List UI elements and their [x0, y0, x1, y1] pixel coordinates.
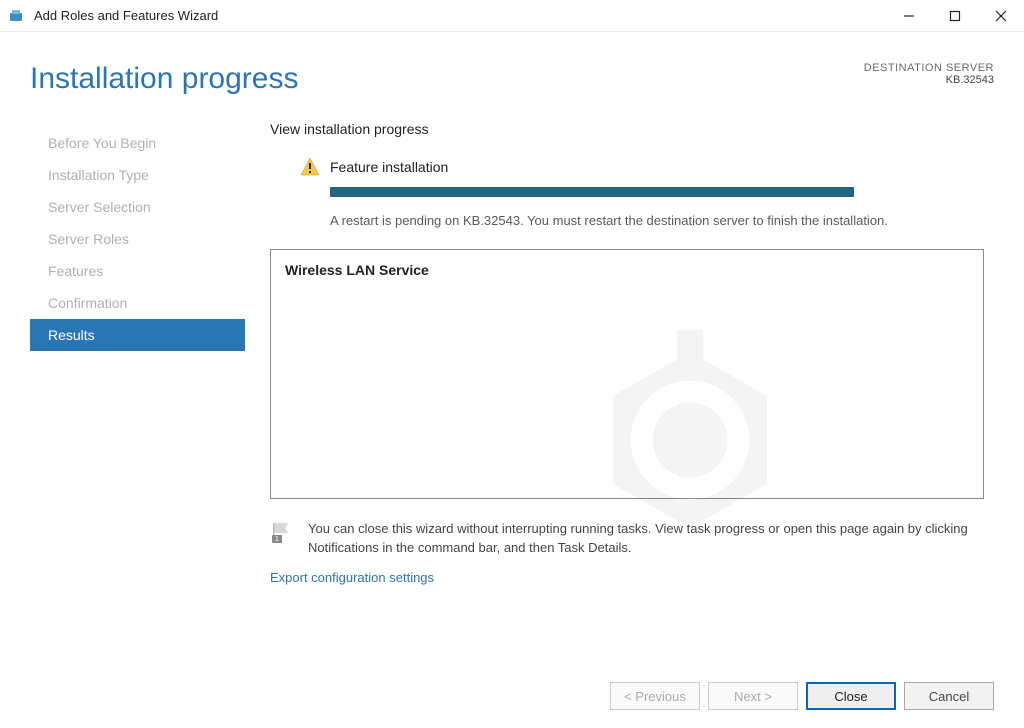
wizard-sidebar: Before You Begin Installation Type Serve… — [30, 121, 245, 668]
header: Installation progress DESTINATION SERVER… — [30, 32, 994, 121]
flag-icon: 1 — [270, 521, 294, 545]
sidebar-item-server-selection: Server Selection — [30, 191, 245, 223]
sidebar-item-results: Results — [30, 319, 245, 351]
sidebar-item-features: Features — [30, 255, 245, 287]
sidebar-item-installation-type: Installation Type — [30, 159, 245, 191]
destination-label: DESTINATION SERVER — [864, 62, 994, 74]
page-title: Installation progress — [30, 62, 864, 96]
close-window-button[interactable] — [978, 0, 1024, 32]
window-controls — [886, 0, 1024, 32]
footer-note: 1 You can close this wizard without inte… — [270, 519, 984, 558]
sidebar-item-server-roles: Server Roles — [30, 223, 245, 255]
destination-value: KB.32543 — [864, 74, 994, 86]
sidebar-item-before-you-begin: Before You Begin — [30, 127, 245, 159]
progress-bar — [330, 187, 854, 197]
maximize-button[interactable] — [932, 0, 978, 32]
previous-button: < Previous — [610, 682, 700, 710]
close-button[interactable]: Close — [806, 682, 896, 710]
section-title: View installation progress — [270, 121, 984, 137]
footer-note-text: You can close this wizard without interr… — [308, 519, 984, 558]
window-title: Add Roles and Features Wizard — [34, 8, 886, 23]
result-item: Wireless LAN Service — [285, 262, 969, 278]
button-bar: < Previous Next > Close Cancel — [30, 668, 994, 728]
app-icon — [8, 7, 26, 25]
cancel-button[interactable]: Cancel — [904, 682, 994, 710]
destination-server-block: DESTINATION SERVER KB.32543 — [864, 62, 994, 86]
pending-message: A restart is pending on KB.32543. You mu… — [330, 211, 964, 231]
warning-icon — [300, 157, 320, 177]
status-row: Feature installation — [300, 157, 984, 177]
export-config-link[interactable]: Export configuration settings — [270, 570, 984, 585]
results-box: Wireless LAN Service — [270, 249, 984, 499]
svg-text:1: 1 — [275, 536, 279, 543]
titlebar: Add Roles and Features Wizard — [0, 0, 1024, 32]
status-text: Feature installation — [330, 159, 448, 175]
sidebar-item-confirmation: Confirmation — [30, 287, 245, 319]
next-button: Next > — [708, 682, 798, 710]
main-panel: View installation progress Feature insta… — [245, 121, 994, 668]
minimize-button[interactable] — [886, 0, 932, 32]
